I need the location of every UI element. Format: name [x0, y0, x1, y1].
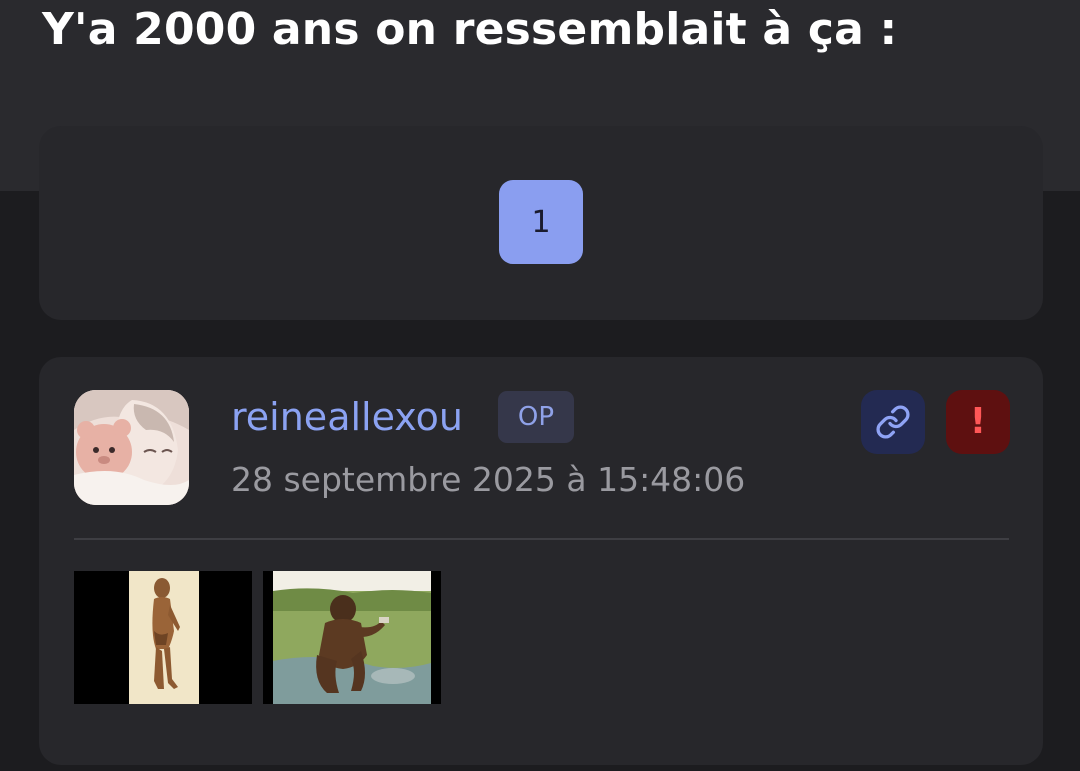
pagination-card: 1	[39, 126, 1043, 320]
avatar[interactable]	[74, 390, 189, 505]
attachment-thumbnail-1[interactable]	[74, 571, 252, 704]
page-1-button[interactable]: 1	[499, 180, 583, 264]
link-icon	[876, 405, 910, 439]
permalink-button[interactable]	[861, 390, 925, 454]
exclamation-icon: !	[969, 401, 987, 442]
attachment-thumbnail-2[interactable]	[263, 571, 441, 704]
avatar-image	[74, 390, 189, 505]
post-date: 28 septembre 2025 à 15:48:06	[231, 460, 746, 499]
post-divider	[74, 538, 1009, 540]
author-name[interactable]: reineallexou	[231, 389, 463, 445]
op-badge: OP	[498, 391, 574, 443]
post-card: reineallexou OP 28 septembre 2025 à 15:4…	[39, 357, 1043, 765]
hominid-standing-image	[74, 571, 252, 704]
report-button[interactable]: !	[946, 390, 1010, 454]
topic-title: Y'a 2000 ans on ressemblait à ça :	[42, 4, 898, 55]
hominid-crouching-image	[263, 571, 441, 704]
